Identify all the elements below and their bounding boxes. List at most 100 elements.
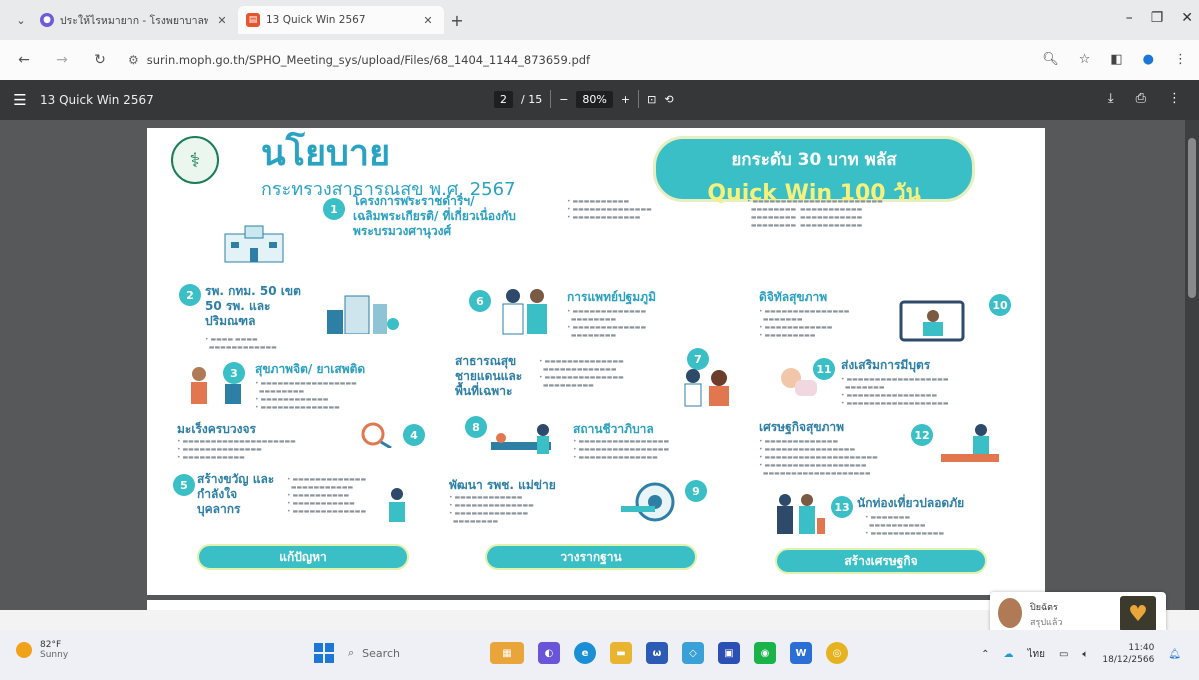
zoom-icon[interactable]: 🔍︎ — [1042, 52, 1059, 67]
item-number: 3 — [223, 362, 245, 384]
banner-line-1: ยกระดับ 30 บาท พลัส — [731, 150, 897, 170]
zoom-app-icon[interactable]: ▣ — [718, 642, 740, 664]
page-number-input[interactable]: 2 — [494, 90, 513, 108]
close-tab-icon[interactable]: ✕ — [420, 14, 436, 27]
tab-2[interactable]: ▤ 13 Quick Win 2567 ✕ — [238, 6, 444, 34]
windows-start-icon[interactable] — [314, 643, 334, 663]
moph-logo: ⚕ — [171, 136, 219, 184]
minimize-icon[interactable]: – — [1126, 10, 1133, 26]
clock[interactable]: 11:40 18/12/2566 — [1102, 642, 1154, 666]
line-app-icon[interactable]: ◉ — [754, 642, 776, 664]
sender-name: ปิยฉัตร — [1030, 603, 1058, 613]
system-tray: ⌃ ☁ ไทย ▭ 🔈︎ 11:40 18/12/2566 🔔︎ — [981, 642, 1181, 666]
item-number: 1 — [323, 198, 345, 220]
item-bullets: • ▬▬▬▬▬▬▬ ▬▬▬▬▬▬▬▬▬▬ • ▬▬▬▬▬▬▬▬▬▬▬▬▬ — [865, 514, 945, 537]
worker-illustration — [389, 488, 405, 522]
item-heading: เศรษฐกิจสุขภาพ — [759, 420, 845, 434]
item-heading: พัฒนา รพช. แม่ข่าย — [449, 478, 556, 492]
item-heading: นักท่องเที่ยวปลอดภัย — [857, 496, 965, 510]
taskbar-search[interactable]: ⌕ Search — [348, 646, 476, 660]
address-bar-actions: 🔍︎ ☆ ◧ ● ⋮ — [1042, 52, 1187, 67]
zoom-input[interactable]: 80% — [576, 90, 613, 108]
word-icon[interactable]: W — [790, 642, 812, 664]
file-explorer-icon[interactable]: ▬ — [610, 642, 632, 664]
edge-browser-icon[interactable]: e — [574, 642, 596, 664]
item-heading: โครงการพระราชดำริฯ/ เฉลิมพระเกียรติ/ ที่… — [353, 194, 516, 238]
search-icon: ⌕ — [348, 646, 355, 659]
heart-sticker-icon: ♥ — [1120, 596, 1156, 632]
city-hospital-illustration — [327, 295, 399, 334]
item-bullets: • ▬▬▬▬▬▬▬▬▬▬▬▬▬▬▬▬▬ ▬▬▬▬▬▬▬▬ • ▬▬▬▬▬▬▬▬▬▬… — [255, 380, 357, 411]
hospital-illustration — [224, 225, 284, 263]
pdf-favicon-icon: ▤ — [246, 13, 260, 27]
profile-icon[interactable]: ● — [1143, 52, 1154, 67]
item-bullets: • ▬▬▬▬▬▬▬▬▬▬ • ▬▬▬▬▬▬▬▬▬▬▬▬▬▬ • ▬▬▬▬▬▬▬▬▬▬… — [567, 198, 652, 221]
more-icon[interactable]: ⋮ — [1168, 91, 1181, 106]
divider — [638, 90, 640, 108]
zoom-out-icon[interactable]: − — [559, 93, 568, 106]
avatar — [998, 598, 1022, 628]
item-bullets: • ▬▬▬▬▬▬▬▬▬▬▬▬▬▬▬▬▬▬▬▬ • ▬▬▬▬▬▬▬▬▬▬▬▬▬▬ • … — [177, 438, 296, 461]
item-bullets: • ▬▬▬▬▬▬▬▬▬▬▬▬▬▬▬▬▬▬▬▬▬▬▬ ▬▬▬▬▬▬▬▬ ▬▬▬▬▬… — [747, 198, 883, 229]
bookmark-star-icon[interactable]: ☆ — [1079, 52, 1091, 67]
print-icon[interactable]: ⎙ — [1136, 91, 1146, 106]
sidebar-menu-icon[interactable]: ☰ — [0, 91, 40, 109]
url-text: surin.moph.go.th/SPHO_Meeting_sys/upload… — [146, 53, 591, 67]
scroll-thumb[interactable] — [1188, 138, 1196, 298]
rotate-icon[interactable]: ⟲ — [664, 93, 673, 106]
taskbar: 82°F Sunny ⌕ Search ▦ ◐ e ▬ ω ◇ ▣ ◉ W ◎ … — [0, 630, 1199, 680]
item-number: 10 — [989, 294, 1011, 316]
doctor-illustration — [502, 289, 547, 335]
url-field[interactable]: ⚙ surin.moph.go.th/SPHO_Meeting_sys/uplo… — [128, 53, 1088, 67]
reload-icon[interactable]: ↻ — [90, 52, 110, 68]
close-window-icon[interactable]: ✕ — [1181, 10, 1193, 26]
item-number: 11 — [813, 358, 835, 380]
search-placeholder: Search — [362, 646, 400, 660]
download-icon[interactable]: ⤓ — [1108, 91, 1114, 106]
tab-search-icon[interactable]: ⌄ — [10, 9, 32, 31]
chevron-up-icon[interactable]: ⌃ — [981, 649, 989, 660]
notification-bell-icon[interactable]: 🔔︎ — [1168, 649, 1181, 660]
item-heading: สถานชีวาภิบาล — [573, 422, 654, 436]
site-info-icon[interactable]: ⚙ — [128, 53, 139, 67]
fit-page-icon[interactable]: ⊡ — [647, 93, 656, 106]
meet-app-icon[interactable]: ◐ — [538, 642, 560, 664]
menu-icon[interactable]: ⋮ — [1174, 52, 1187, 67]
item-bullets: • ▬▬▬▬▬▬▬▬▬▬▬▬▬▬▬▬▬▬ ▬▬▬▬▬▬▬ • ▬▬▬▬▬▬▬▬▬▬… — [841, 376, 949, 407]
item-heading: สาธารณสุข ชายแดนและ พื้นที่เฉพาะ — [455, 354, 523, 398]
teams-icon[interactable]: ω — [646, 642, 668, 664]
weather-condition: Sunny — [40, 650, 69, 660]
tab-1[interactable]: ● ประให้ไรหมายาก - โรงพยาบาลพ... ✕ — [32, 6, 238, 34]
category-pill: สร้างเศรษฐกิจ — [775, 548, 987, 574]
category-pill: วางรากฐาน — [485, 544, 697, 570]
item-number: 5 — [173, 474, 195, 496]
category-pill: แก้ปัญหา — [197, 544, 409, 570]
page-total: / 15 — [521, 92, 543, 106]
onedrive-icon[interactable]: ☁ — [1003, 649, 1013, 660]
widgets-app-icon[interactable]: ▦ — [490, 642, 524, 664]
back-icon[interactable]: ← — [14, 52, 34, 68]
zoom-in-icon[interactable]: + — [621, 93, 630, 106]
chrome-icon[interactable]: ◎ — [826, 642, 848, 664]
store-icon[interactable]: ◇ — [682, 642, 704, 664]
weather-widget[interactable]: 82°F Sunny — [16, 640, 68, 660]
date: 18/12/2566 — [1102, 655, 1155, 665]
item-number: 4 — [403, 424, 425, 446]
language-indicator[interactable]: ไทย — [1027, 647, 1044, 662]
item-heading: ดิจิทัลสุขภาพ — [759, 290, 828, 304]
quickwin-banner: ยกระดับ 30 บาท พลัส Quick Win 100 วัน — [653, 136, 975, 206]
item-heading: การแพทย์ปฐมภูมิ — [567, 290, 657, 304]
pdf-page: ⚕ นโยบาย กระทรวงสาธารณสุข พ.ศ. 2567 ยกระ… — [147, 128, 1045, 595]
screen: ⌄ ● ประให้ไรหมายาก - โรงพยาบาลพ... ✕ ▤ 1… — [0, 0, 1199, 680]
close-tab-icon[interactable]: ✕ — [214, 14, 230, 27]
restore-icon[interactable]: ❐ — [1151, 10, 1164, 26]
side-panel-icon[interactable]: ◧ — [1110, 52, 1122, 67]
message-preview: สรุปแล้ว — [1030, 618, 1063, 628]
network-icon[interactable]: ▭ — [1059, 649, 1068, 660]
taskbar-apps: ⌕ Search ▦ ◐ e ▬ ω ◇ ▣ ◉ W ◎ — [314, 642, 848, 664]
volume-icon[interactable]: 🔈︎ — [1082, 649, 1088, 660]
item-bullets: • ▬▬▬▬▬▬▬▬▬▬▬▬▬ • ▬▬▬▬▬▬▬▬▬▬▬▬▬▬▬▬ • ▬▬▬▬▬… — [759, 438, 878, 477]
scrollbar[interactable] — [1185, 120, 1199, 610]
spa-massage-illustration — [941, 424, 999, 462]
new-tab-button[interactable]: + — [444, 11, 470, 30]
